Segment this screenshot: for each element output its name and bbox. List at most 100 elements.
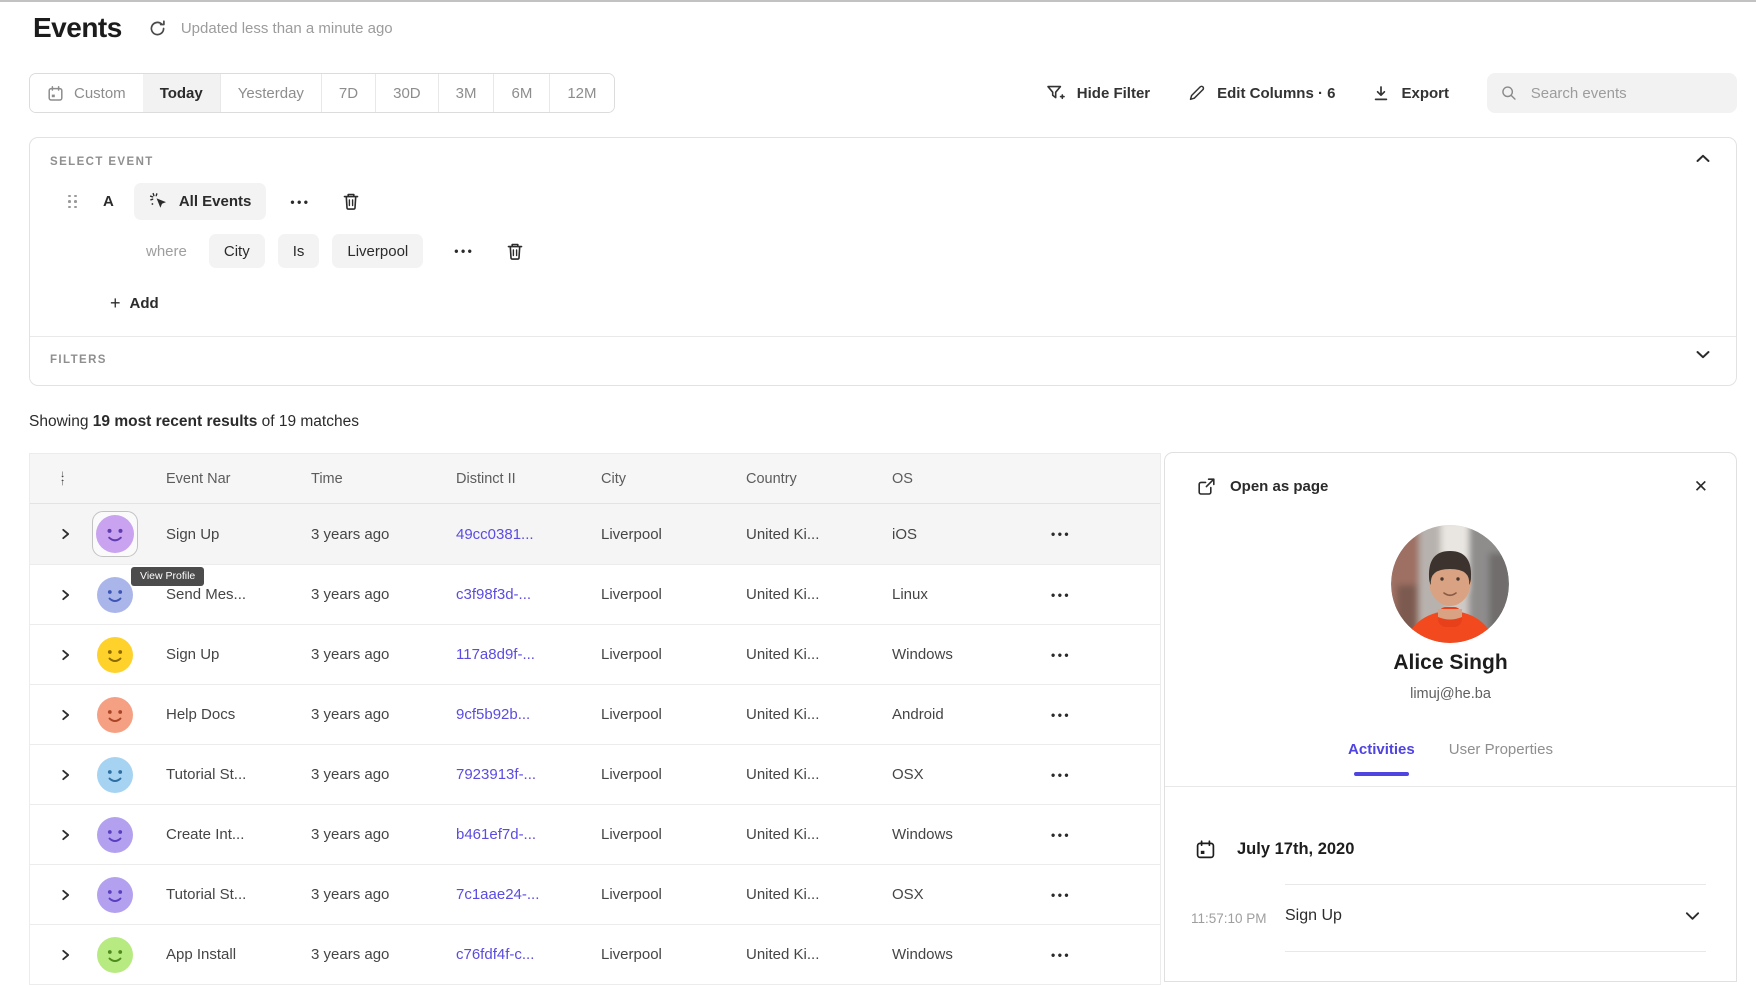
- date-range-today[interactable]: Today: [143, 74, 220, 112]
- user-avatar-icon[interactable]: [97, 877, 133, 913]
- drag-handle-icon[interactable]: [64, 191, 81, 213]
- cell-city: Liverpool: [577, 766, 722, 783]
- column-header-time[interactable]: Time: [287, 471, 432, 487]
- table-row[interactable]: Sign Up3 years ago117a8d9f-...LiverpoolU…: [30, 624, 1160, 684]
- expand-filters-button[interactable]: [1696, 350, 1710, 359]
- user-avatar-icon[interactable]: [97, 937, 133, 973]
- cell-distinct-id-link[interactable]: 7c1aae24-...: [432, 886, 577, 903]
- delete-filter-button[interactable]: [502, 238, 528, 265]
- table-row[interactable]: Sign Up3 years ago49cc0381...LiverpoolUn…: [30, 504, 1160, 564]
- export-button[interactable]: Export: [1373, 85, 1449, 102]
- cell-distinct-id-link[interactable]: c3f98f3d-...: [432, 586, 577, 603]
- collapse-section-button[interactable]: [1696, 154, 1710, 163]
- cell-distinct-id-link[interactable]: 7923913f-...: [432, 766, 577, 783]
- tab-user-properties[interactable]: User Properties: [1449, 741, 1553, 776]
- table-row[interactable]: Create Int...3 years agob461ef7d-...Live…: [30, 804, 1160, 864]
- results-prefix: Showing: [29, 413, 93, 430]
- row-expand-button[interactable]: [30, 528, 80, 540]
- divider: [1285, 884, 1706, 885]
- event-selector-chip[interactable]: All Events: [134, 183, 267, 220]
- column-header-country[interactable]: Country: [722, 471, 868, 487]
- user-avatar-icon[interactable]: [97, 697, 133, 733]
- row-expand-button[interactable]: [30, 829, 80, 841]
- table-row[interactable]: Tutorial St...3 years ago7c1aae24-...Liv…: [30, 864, 1160, 924]
- expand-activity-button[interactable]: [1685, 911, 1700, 921]
- column-header-os[interactable]: OS: [868, 471, 1023, 487]
- filter-value-chip[interactable]: Liverpool: [332, 234, 423, 268]
- cell-city: Liverpool: [577, 706, 722, 723]
- date-range-3m[interactable]: 3M: [438, 74, 494, 112]
- cell-distinct-id-link[interactable]: 9cf5b92b...: [432, 706, 577, 723]
- table-row[interactable]: App Install3 years agoc76fdf4f-c...Liver…: [30, 924, 1160, 984]
- activity-date-row: July 17th, 2020: [1195, 839, 1354, 860]
- date-range-30d[interactable]: 30D: [375, 74, 438, 112]
- row-expand-button[interactable]: [30, 889, 80, 901]
- table-row[interactable]: Tutorial St...3 years ago7923913f-...Liv…: [30, 744, 1160, 804]
- row-avatar[interactable]: [80, 697, 142, 733]
- row-actions-button[interactable]: •••: [1023, 888, 1160, 902]
- filter-property-chip[interactable]: City: [209, 234, 265, 268]
- filter-operator-chip[interactable]: Is: [278, 234, 320, 268]
- date-range-yesterday[interactable]: Yesterday: [220, 74, 321, 112]
- user-avatar-icon[interactable]: [97, 637, 133, 673]
- cell-distinct-id-link[interactable]: 117a8d9f-...: [432, 646, 577, 663]
- cell-os: Linux: [868, 586, 1023, 603]
- event-more-button[interactable]: •••: [284, 189, 316, 215]
- row-avatar[interactable]: [80, 757, 142, 793]
- row-avatar[interactable]: [80, 937, 142, 973]
- tab-activities[interactable]: Activities: [1348, 741, 1415, 776]
- row-expand-button[interactable]: [30, 649, 80, 661]
- collapse-all-rows-button[interactable]: ↓ ↑: [30, 471, 80, 487]
- date-range-custom[interactable]: Custom: [30, 74, 143, 112]
- row-avatar[interactable]: [80, 817, 142, 853]
- edit-columns-button[interactable]: Edit Columns · 6: [1188, 85, 1335, 102]
- search-box[interactable]: [1487, 73, 1737, 113]
- cell-distinct-id-link[interactable]: b461ef7d-...: [432, 826, 577, 843]
- cell-distinct-id-link[interactable]: c76fdf4f-c...: [432, 946, 577, 963]
- user-avatar-icon[interactable]: [96, 515, 134, 553]
- date-range-12m[interactable]: 12M: [549, 74, 613, 112]
- avatar-selection-box[interactable]: [92, 511, 138, 557]
- user-avatar-icon[interactable]: [97, 577, 133, 613]
- add-event-button[interactable]: + Add: [106, 288, 163, 318]
- column-header-event-nar[interactable]: Event Nar: [142, 471, 287, 487]
- results-bold: 19 most recent results: [93, 413, 258, 430]
- cell-os: Android: [868, 706, 1023, 723]
- column-header-city[interactable]: City: [577, 471, 722, 487]
- row-expand-button[interactable]: [30, 949, 80, 961]
- date-range-7d[interactable]: 7D: [321, 74, 375, 112]
- section-divider: [30, 336, 1736, 337]
- cell-time: 3 years ago: [287, 766, 432, 783]
- search-input[interactable]: [1529, 84, 1723, 103]
- filter-more-button[interactable]: •••: [448, 238, 480, 264]
- user-avatar-icon[interactable]: [97, 757, 133, 793]
- row-avatar[interactable]: [80, 511, 142, 557]
- row-expand-button[interactable]: [30, 769, 80, 781]
- hide-filter-button[interactable]: Hide Filter: [1046, 84, 1150, 102]
- activity-row[interactable]: 11:57:10 PM Sign Up: [1165, 884, 1736, 952]
- row-actions-button[interactable]: •••: [1023, 588, 1160, 602]
- row-actions-button[interactable]: •••: [1023, 648, 1160, 662]
- row-actions-button[interactable]: •••: [1023, 527, 1160, 541]
- column-header-distinct-ii[interactable]: Distinct II: [432, 471, 577, 487]
- row-actions-button[interactable]: •••: [1023, 768, 1160, 782]
- user-avatar-icon[interactable]: [97, 817, 133, 853]
- row-actions-button[interactable]: •••: [1023, 828, 1160, 842]
- row-expand-chevron-icon: [60, 949, 71, 961]
- row-avatar[interactable]: [80, 637, 142, 673]
- table-row[interactable]: Help Docs3 years ago9cf5b92b...Liverpool…: [30, 684, 1160, 744]
- row-avatar[interactable]: [80, 877, 142, 913]
- close-panel-button[interactable]: ✕: [1694, 478, 1708, 495]
- download-icon: [1373, 85, 1389, 102]
- delete-event-button[interactable]: [338, 188, 364, 215]
- date-range-6m[interactable]: 6M: [493, 74, 549, 112]
- trash-icon: [506, 242, 524, 261]
- open-as-page-button[interactable]: Open as page: [1197, 477, 1328, 496]
- filters-label: FILTERS: [50, 354, 107, 366]
- row-expand-button[interactable]: [30, 589, 80, 601]
- row-expand-button[interactable]: [30, 709, 80, 721]
- row-actions-button[interactable]: •••: [1023, 708, 1160, 722]
- refresh-button[interactable]: [148, 19, 167, 38]
- row-actions-button[interactable]: •••: [1023, 948, 1160, 962]
- cell-distinct-id-link[interactable]: 49cc0381...: [432, 526, 577, 543]
